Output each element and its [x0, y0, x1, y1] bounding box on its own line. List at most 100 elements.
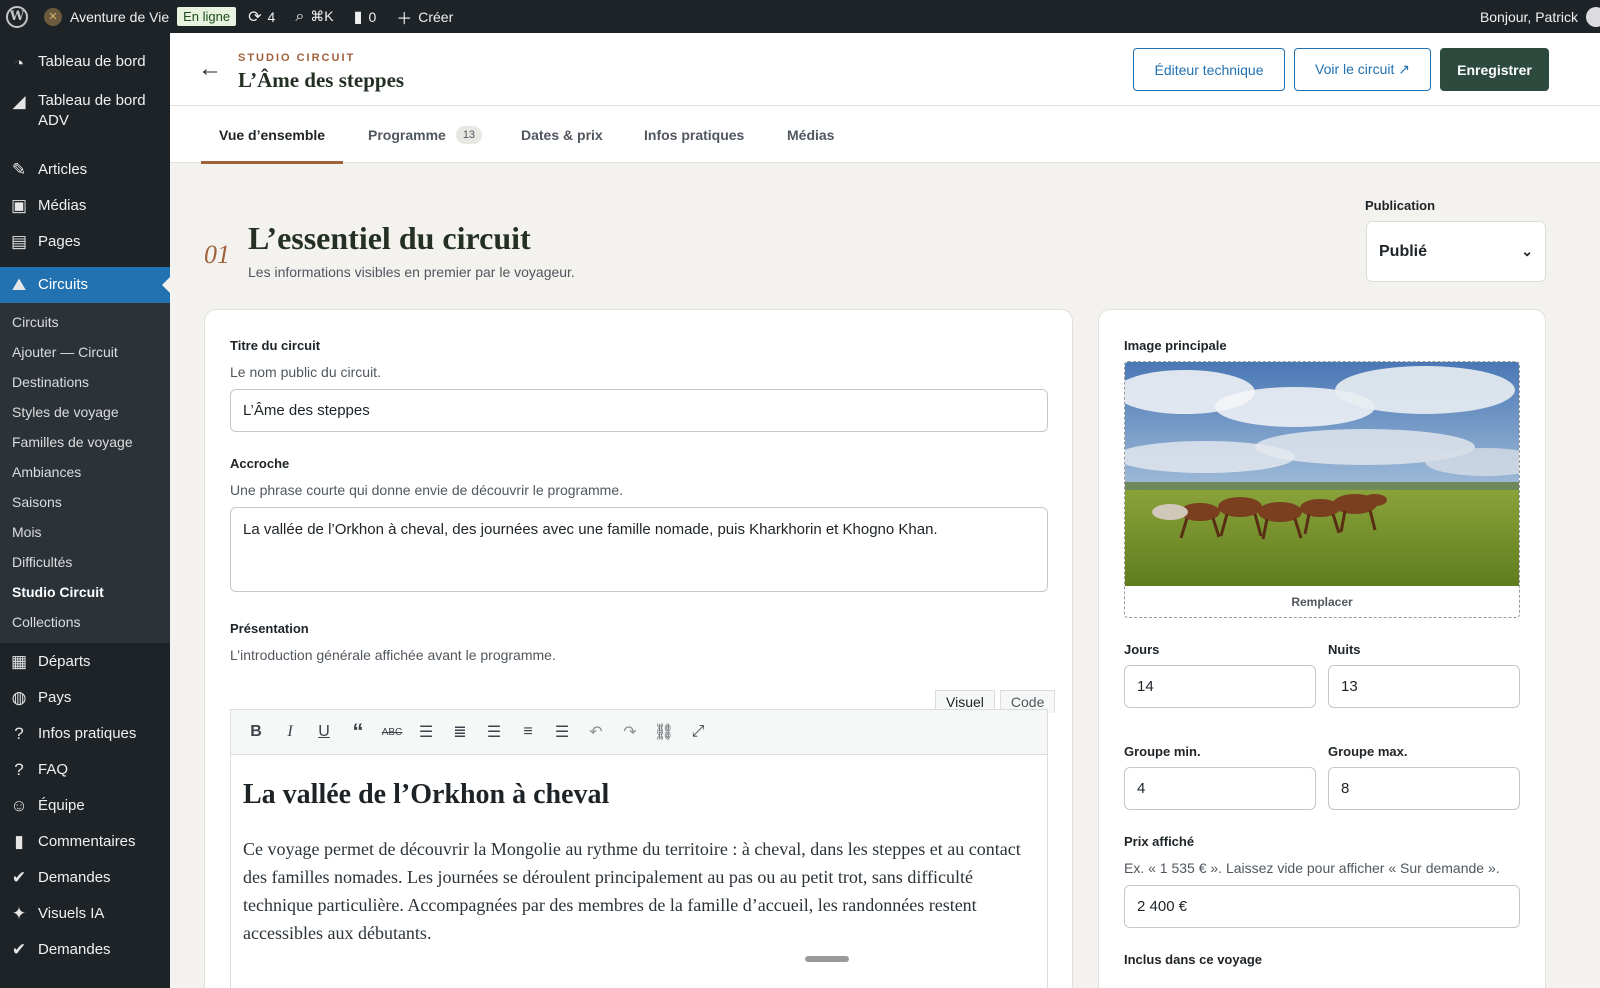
comments-item[interactable]: ▮ 0: [348, 0, 383, 33]
team-icon: ☺: [10, 796, 28, 815]
submenu-item-destinations[interactable]: Destinations: [0, 367, 170, 397]
publication-select[interactable]: Publié ⌄: [1366, 221, 1546, 282]
updates-item[interactable]: ⟳ 4: [242, 0, 281, 33]
submenu-item-difficulties[interactable]: Difficultés: [0, 547, 170, 577]
quote-icon[interactable]: “: [341, 717, 375, 747]
calendar-icon: ▦: [10, 652, 28, 671]
editor-content[interactable]: La vallée de l’Orkhon à cheval Ce voyage…: [230, 755, 1048, 988]
italic-icon[interactable]: I: [273, 717, 307, 747]
sidebar-item-pages[interactable]: ▤ Pages: [0, 231, 170, 267]
numbered-list-icon[interactable]: ≣: [443, 717, 477, 747]
sidebar-item-label: Pays: [38, 689, 72, 706]
editor-paragraph: Ce voyage permet de découvrir la Mongoli…: [243, 839, 1021, 943]
tab-programme[interactable]: Programme 13: [368, 106, 483, 163]
submenu-item-months[interactable]: Mois: [0, 517, 170, 547]
sidebar-item-comments[interactable]: ▮ Commentaires: [0, 831, 170, 867]
sidebar-item-label: Tableau de bord ADV: [38, 92, 146, 129]
page-header: ← STUDIO CIRCUIT L’Âme des steppes Édite…: [170, 33, 1600, 106]
bold-icon[interactable]: B: [239, 717, 273, 747]
sidebar-item-ai-visuals[interactable]: ✦ Visuels IA: [0, 903, 170, 939]
pages-icon: ▤: [10, 232, 28, 251]
redo-icon[interactable]: ↷: [613, 717, 647, 747]
align-center-icon[interactable]: ≡: [511, 717, 545, 747]
title-input[interactable]: L’Âme des steppes: [230, 389, 1048, 432]
sidebar-item-countries[interactable]: ◍ Pays: [0, 687, 170, 723]
replace-image-button[interactable]: Remplacer: [1125, 595, 1519, 609]
check-icon: ✔: [11, 940, 27, 959]
group-min-input[interactable]: 4: [1124, 767, 1316, 810]
hook-field-help: Une phrase courte qui donne envie de déc…: [230, 482, 624, 498]
group-max-input[interactable]: 8: [1328, 767, 1520, 810]
sidebar-item-team[interactable]: ☺ Équipe: [0, 795, 170, 831]
tab-overview[interactable]: Vue d’ensemble: [200, 106, 344, 164]
sidebar-bottom-group: ▦ Départs ◍ Pays ? Infos pratiques ? FAQ…: [0, 643, 170, 975]
price-help: Ex. « 1 535 € ». Laissez vide pour affic…: [1124, 860, 1500, 876]
site-icon: ✕: [44, 7, 62, 26]
section-subtitle: Les informations visibles en premier par…: [248, 264, 575, 280]
chart-icon: ◢: [12, 92, 26, 111]
sidebar-item-circuits[interactable]: ⛰ Circuits: [0, 267, 170, 303]
sidebar-item-medias[interactable]: ▣ Médias: [0, 195, 170, 231]
submenu-item-add-circuit[interactable]: Ajouter — Circuit: [0, 337, 170, 367]
price-input[interactable]: 2 400 €: [1124, 885, 1520, 928]
nights-input[interactable]: 13: [1328, 665, 1520, 708]
tab-practical-info[interactable]: Infos pratiques: [644, 106, 744, 163]
sidebar-item-requests[interactable]: ✔ Demandes: [0, 867, 170, 903]
group-min-label: Groupe min.: [1124, 744, 1201, 759]
sidebar-item-label: Visuels IA: [38, 905, 105, 922]
submenu-item-travel-families[interactable]: Familles de voyage: [0, 427, 170, 457]
create-item[interactable]: ＋ Créer: [390, 0, 459, 33]
technical-editor-button[interactable]: Éditeur technique: [1133, 48, 1285, 91]
sidebar-item-departures[interactable]: ▦ Départs: [0, 651, 170, 687]
site-name: Aventure de Vie: [70, 8, 170, 25]
title-field-label: Titre du circuit: [230, 338, 321, 353]
hook-textarea[interactable]: La vallée de l’Orkhon à cheval, des jour…: [230, 507, 1048, 592]
comments-count: 0: [368, 8, 377, 25]
search-item[interactable]: ⌕ ⌘K: [289, 0, 339, 33]
submenu-item-travel-styles[interactable]: Styles de voyage: [0, 397, 170, 427]
submenu-item-seasons[interactable]: Saisons: [0, 487, 170, 517]
main-image-label: Image principale: [1124, 338, 1227, 353]
submenu-item-ambiances[interactable]: Ambiances: [0, 457, 170, 487]
align-right-icon[interactable]: ☰: [545, 717, 579, 747]
view-circuit-button[interactable]: Voir le circuit ↗: [1294, 48, 1431, 91]
editor-resize-handle[interactable]: [805, 956, 849, 962]
save-button[interactable]: Enregistrer: [1440, 48, 1549, 91]
align-left-icon[interactable]: ☰: [477, 717, 511, 747]
sidebar-item-practical-info[interactable]: ? Infos pratiques: [0, 723, 170, 759]
presentation-field-label: Présentation: [230, 621, 309, 636]
sidebar-item-articles[interactable]: ✎ Articles: [0, 159, 170, 195]
sidebar-item-label: Demandes: [38, 941, 111, 958]
submenu-item-studio-circuit[interactable]: Studio Circuit: [0, 577, 170, 607]
publication-label: Publication: [1365, 198, 1436, 213]
account-item[interactable]: Bonjour, Patrick: [1480, 6, 1600, 27]
sidebar-item-label: Médias: [38, 197, 87, 214]
undo-icon[interactable]: ↶: [579, 717, 613, 747]
programme-count-badge: 13: [455, 125, 483, 144]
sidebar-item-dashboard-adv[interactable]: ◢ Tableau de bord ADV: [0, 87, 170, 159]
underline-icon[interactable]: U: [307, 717, 341, 747]
site-name-item[interactable]: ✕ Aventure de Vie En ligne: [38, 0, 242, 33]
sidebar-item-faq[interactable]: ? FAQ: [0, 759, 170, 795]
tab-medias[interactable]: Médias: [787, 106, 834, 163]
back-arrow-icon[interactable]: ←: [198, 55, 222, 83]
tab-dates-prices[interactable]: Dates & prix: [521, 106, 603, 163]
circuits-submenu: Circuits Ajouter — Circuit Destinations …: [0, 303, 170, 643]
sidebar-item-requests-2[interactable]: ✔ Demandes: [0, 939, 170, 975]
sidebar-item-label: Pages: [38, 233, 81, 250]
nights-label: Nuits: [1328, 642, 1361, 657]
sidebar-item-label: Départs: [38, 653, 91, 670]
sidebar-item-dashboard[interactable]: ◔ Tableau de bord: [0, 33, 170, 87]
bullet-list-icon[interactable]: ☰: [409, 717, 443, 747]
tab-label: Infos pratiques: [644, 126, 745, 143]
days-input[interactable]: 14: [1124, 665, 1316, 708]
wordpress-logo-icon[interactable]: W: [6, 5, 28, 28]
main-image-dropzone[interactable]: Remplacer: [1124, 361, 1520, 618]
map-icon: ⛰: [11, 275, 27, 294]
fullscreen-icon[interactable]: ⤢: [681, 717, 715, 747]
submenu-item-collections[interactable]: Collections: [0, 607, 170, 637]
submenu-item-circuits[interactable]: Circuits: [0, 307, 170, 337]
link-icon[interactable]: ⛓: [647, 717, 681, 747]
avatar: [1586, 6, 1600, 27]
strikethrough-icon[interactable]: ABC: [375, 717, 409, 747]
